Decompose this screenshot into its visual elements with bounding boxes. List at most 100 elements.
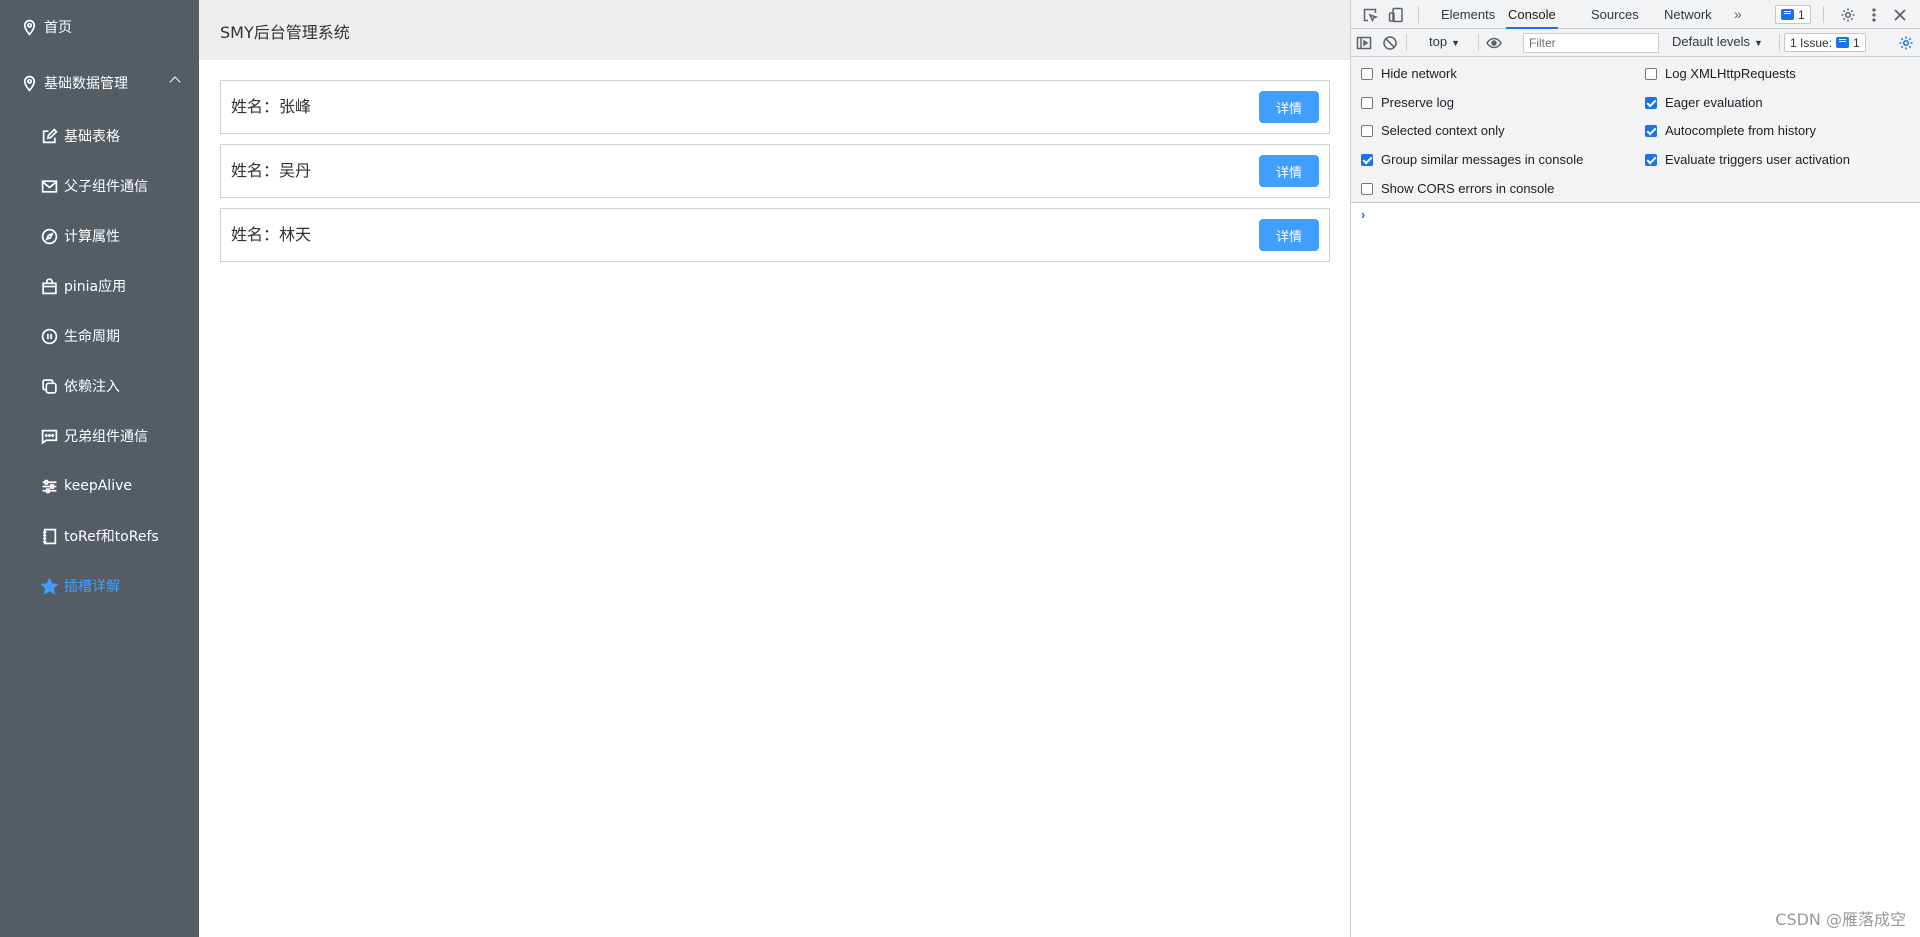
sidebar-item-label: toRef和toRefs xyxy=(64,529,159,545)
option-label: Group similar messages in console xyxy=(1381,152,1584,167)
inspect-element-icon[interactable] xyxy=(1361,6,1379,24)
tab-sources[interactable]: Sources xyxy=(1589,0,1641,29)
hide-network-option[interactable]: Hide network xyxy=(1361,66,1457,81)
filter-input[interactable] xyxy=(1523,33,1659,53)
eager-evaluation-option[interactable]: Eager evaluation xyxy=(1645,95,1763,110)
close-icon[interactable] xyxy=(1891,6,1909,24)
tab-network[interactable]: Network xyxy=(1662,0,1714,29)
checkbox[interactable] xyxy=(1645,153,1657,166)
notebook-icon xyxy=(40,527,58,545)
evaluate-triggers-option[interactable]: Evaluate triggers user activation xyxy=(1645,152,1850,167)
pause-circle-icon xyxy=(40,327,58,345)
sidebar-item-label: 插槽详解 xyxy=(64,579,120,595)
chat-dots-icon xyxy=(40,427,58,445)
option-label: Selected context only xyxy=(1381,123,1505,138)
checkbox[interactable] xyxy=(1361,67,1373,80)
tab-elements[interactable]: Elements xyxy=(1439,0,1497,29)
page-header: SMY后台管理系统 xyxy=(199,0,1350,60)
more-tabs-icon[interactable]: » xyxy=(1732,0,1744,29)
option-label: Eager evaluation xyxy=(1665,95,1763,110)
checkbox[interactable] xyxy=(1645,67,1657,80)
option-label: Evaluate triggers user activation xyxy=(1665,152,1850,167)
message-icon xyxy=(1781,9,1794,20)
sidebar-item-inject[interactable]: 依赖注入 xyxy=(0,361,199,411)
device-toolbar-icon[interactable] xyxy=(1387,6,1405,24)
levels-label: Default levels xyxy=(1672,34,1751,49)
sidebar-item-slots[interactable]: 插槽详解 xyxy=(0,561,199,611)
sidebar-item-label: 首页 xyxy=(44,20,72,36)
sidebar-item-basic-table[interactable]: 基础表格 xyxy=(0,111,199,161)
sidebar-item-lifecycle[interactable]: 生命周期 xyxy=(0,311,199,361)
checkbox[interactable] xyxy=(1361,124,1373,137)
sidebar-item-label: 基础表格 xyxy=(64,129,120,145)
clear-console-icon[interactable] xyxy=(1381,34,1399,52)
option-label: Show CORS errors in console xyxy=(1381,181,1555,196)
detail-button[interactable]: 详情 xyxy=(1259,155,1319,187)
person-card: 姓名：吴丹 详情 xyxy=(220,144,1330,198)
sidebar-item-parent-child[interactable]: 父子组件通信 xyxy=(0,161,199,211)
context-selector[interactable]: top ▼ xyxy=(1429,34,1460,49)
sidebar-item-label: 依赖注入 xyxy=(64,379,120,395)
toolbar-divider xyxy=(1779,34,1780,51)
log-xhr-option[interactable]: Log XMLHttpRequests xyxy=(1645,66,1796,81)
messages-badge[interactable]: 1 xyxy=(1775,5,1811,24)
autocomplete-history-option[interactable]: Autocomplete from history xyxy=(1645,123,1816,138)
sidebar-item-label: 计算属性 xyxy=(64,229,120,245)
shopping-bag-icon xyxy=(40,277,58,295)
option-label: Preserve log xyxy=(1381,95,1454,110)
gear-icon[interactable] xyxy=(1839,6,1857,24)
sidebar-item-computed[interactable]: 计算属性 xyxy=(0,211,199,261)
checkbox[interactable] xyxy=(1645,96,1657,109)
sidebar-item-home[interactable]: 首页 xyxy=(0,2,199,52)
sidebar-toggle-icon[interactable] xyxy=(1355,34,1373,52)
preserve-log-option[interactable]: Preserve log xyxy=(1361,95,1454,110)
console-output[interactable]: › xyxy=(1351,203,1920,937)
sidebar-item-pinia[interactable]: pinia应用 xyxy=(0,261,199,311)
sidebar-item-label: pinia应用 xyxy=(64,279,127,295)
person-name: 姓名：林天 xyxy=(231,225,312,244)
operation-icon xyxy=(40,477,58,495)
checkbox[interactable] xyxy=(1645,124,1657,137)
console-settings: Hide network Preserve log Selected conte… xyxy=(1351,57,1920,203)
checkbox[interactable] xyxy=(1361,153,1373,166)
option-label: Log XMLHttpRequests xyxy=(1665,66,1796,81)
toolbar-divider xyxy=(1478,34,1479,51)
context-label: top xyxy=(1429,34,1448,49)
copy-icon xyxy=(40,377,58,395)
eye-icon[interactable] xyxy=(1485,34,1503,52)
edit-icon xyxy=(40,127,58,145)
detail-button[interactable]: 详情 xyxy=(1259,91,1319,123)
person-card: 姓名：林天 详情 xyxy=(220,208,1330,262)
levels-selector[interactable]: Default levels ▼ xyxy=(1672,34,1763,49)
location-icon xyxy=(20,18,38,36)
console-toolbar: top▼ Default levels▼ 1 Issue: 1 xyxy=(1351,29,1920,57)
group-similar-option[interactable]: Group similar messages in console xyxy=(1361,152,1583,167)
watermark: CSDN @雁落成空 xyxy=(1775,910,1906,929)
main-content: SMY后台管理系统 姓名：张峰 详情 姓名：吴丹 详情 姓名：林天 详情 xyxy=(199,0,1350,937)
checkbox[interactable] xyxy=(1361,182,1373,195)
chevron-up-icon xyxy=(169,76,181,88)
sidebar-item-label: 生命周期 xyxy=(64,329,120,345)
message-icon xyxy=(1836,37,1850,48)
more-vert-icon[interactable] xyxy=(1865,6,1883,24)
sidebar-item-label: 兄弟组件通信 xyxy=(64,429,148,445)
console-settings-icon[interactable] xyxy=(1897,34,1915,52)
sidebar-item-label: 父子组件通信 xyxy=(64,179,148,195)
detail-button[interactable]: 详情 xyxy=(1259,219,1319,251)
star-icon xyxy=(40,577,58,595)
selected-context-option[interactable]: Selected context only xyxy=(1361,123,1505,138)
issues-badge[interactable]: 1 Issue: 1 xyxy=(1784,33,1866,52)
sidebar-submenu-basic-data[interactable]: 基础数据管理 xyxy=(0,58,199,108)
sidebar-item-toref[interactable]: toRef和toRefs xyxy=(0,511,199,561)
tab-console[interactable]: Console xyxy=(1506,0,1558,29)
show-cors-option[interactable]: Show CORS errors in console xyxy=(1361,181,1554,196)
option-label: Hide network xyxy=(1381,66,1457,81)
person-name: 姓名：张峰 xyxy=(231,97,312,116)
toolbar-divider xyxy=(1418,6,1419,23)
person-card: 姓名：张峰 详情 xyxy=(220,80,1330,134)
sidebar-item-sibling[interactable]: 兄弟组件通信 xyxy=(0,411,199,461)
page-title: SMY后台管理系统 xyxy=(220,23,350,42)
checkbox[interactable] xyxy=(1361,96,1373,109)
devtools-tabbar: Elements Console Sources Network » 1 xyxy=(1351,0,1920,29)
sidebar-item-keepalive[interactable]: keepAlive xyxy=(0,461,199,511)
